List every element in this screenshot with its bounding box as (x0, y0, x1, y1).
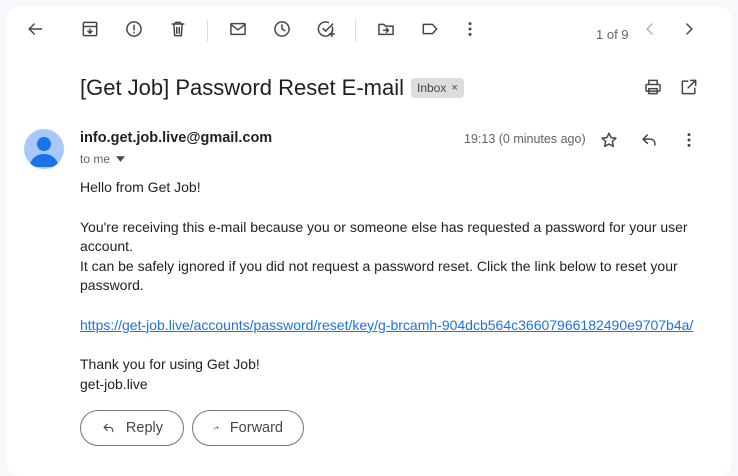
open-in-new-window-icon[interactable] (675, 73, 703, 101)
message-timestamp: 19:13 (0 minutes ago) (464, 132, 586, 146)
inbox-label-chip[interactable]: Inbox × (411, 78, 464, 98)
body-line-2: It can be safely ignored if you did not … (80, 257, 678, 294)
reply-button-label: Reply (125, 420, 163, 436)
toolbar-divider (207, 20, 208, 42)
forward-button[interactable]: Forward (192, 410, 304, 446)
report-spam-icon[interactable] (120, 15, 148, 43)
recipient-label: to me (80, 152, 111, 166)
reply-icon[interactable] (635, 126, 663, 154)
dropdown-caret-icon[interactable] (116, 156, 126, 162)
label-text: Inbox (417, 81, 447, 95)
body-thanks: Thank you for using Get Job! (80, 356, 260, 372)
body-signature: get-job.live (80, 375, 148, 392)
recipient-details[interactable]: to me (80, 152, 126, 166)
move-to-icon[interactable] (372, 15, 400, 43)
forward-button-label: Forward (229, 420, 283, 436)
reset-password-link[interactable]: https://get-job.live/accounts/password/r… (80, 317, 693, 333)
subject-title: [Get Job] Password Reset E-mail (80, 75, 405, 100)
reply-arrow-icon (103, 423, 114, 433)
body-line-1: You're receiving this e-mail because you… (80, 218, 688, 255)
mark-unread-icon[interactable] (224, 15, 252, 43)
body-greeting: Hello from Get Job! (80, 179, 201, 195)
pager-count: 1 of 9 (596, 27, 629, 42)
prev-icon[interactable] (636, 15, 664, 43)
print-icon[interactable] (639, 73, 667, 101)
delete-icon[interactable] (164, 15, 192, 43)
back-arrow-icon[interactable] (21, 15, 49, 43)
remove-label-icon[interactable]: × (451, 82, 457, 94)
snooze-icon[interactable] (268, 15, 296, 43)
toolbar-divider (355, 20, 356, 42)
star-icon[interactable] (595, 126, 623, 154)
reply-button[interactable]: Reply (80, 410, 184, 446)
next-icon[interactable] (675, 15, 703, 43)
message-card: 1 of 9 [Get Job] Password Reset E-mail I… (6, 6, 732, 476)
label-icon[interactable] (416, 15, 444, 43)
sender-avatar[interactable] (24, 129, 64, 169)
message-more-vert-icon[interactable] (675, 126, 703, 154)
sender-email[interactable]: info.get.job.live@gmail.com (80, 130, 272, 146)
archive-icon[interactable] (76, 15, 104, 43)
add-to-tasks-icon[interactable] (312, 15, 340, 43)
forward-arrow-icon (214, 426, 219, 430)
message-body: Hello from Get Job! You're receiving thi… (80, 178, 720, 394)
more-vert-icon[interactable] (456, 15, 484, 43)
